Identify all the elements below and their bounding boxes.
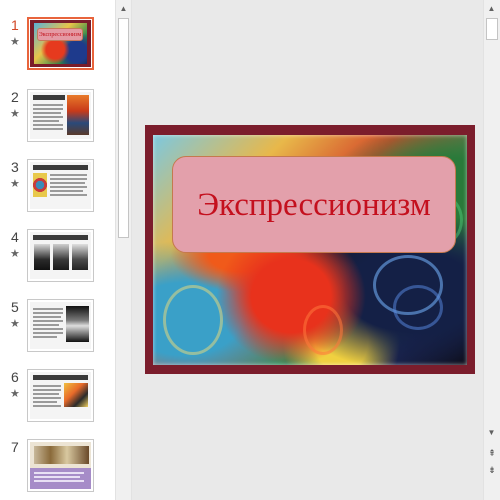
thumbnail-frame[interactable] [27,229,94,282]
slide-number: 6 [11,369,19,385]
slide-thumbnail-5[interactable]: 5 ★ [0,299,115,365]
slide-thumbnail-1[interactable]: 1 ★ Экспрессионизм [0,17,115,83]
animation-star-icon: ★ [10,388,20,400]
slide-number: 5 [11,299,19,315]
thumbnail-frame[interactable] [27,439,94,492]
slide-thumbnail-7[interactable]: 7 [0,439,115,500]
thumbnail-frame[interactable] [27,369,94,422]
thumbnail-preview [30,442,91,489]
animation-star-icon: ★ [10,36,20,48]
slide-title: Экспрессионизм [197,187,431,223]
thumbnail-preview: Экспрессионизм [30,20,91,67]
thumbnail-frame[interactable] [27,89,94,142]
current-slide[interactable]: Экспрессионизм [145,125,475,374]
scroll-down-arrow-icon[interactable]: ▼ [484,424,499,441]
thumbnail-preview [30,92,91,139]
slide-background-image: Экспрессионизм [153,135,467,365]
title-placeholder[interactable]: Экспрессионизм [172,156,456,253]
thumbnail-frame[interactable] [27,159,94,212]
scroll-up-arrow-icon[interactable]: ▲ [484,0,499,17]
slide-number: 2 [11,89,19,105]
scrollbar-thumb[interactable] [118,18,129,238]
slide-number: 7 [11,439,19,455]
animation-star-icon: ★ [10,178,20,190]
slide-thumbnail-2[interactable]: 2 ★ [0,89,115,155]
thumbnail-title: Экспрессионизм [37,28,83,41]
thumbnail-preview [30,162,91,209]
slide-thumbnail-3[interactable]: 3 ★ [0,159,115,225]
slide-editor-scrollbar[interactable]: ▲ ▼ ⇞ ⇟ [483,0,500,500]
thumbnail-preview [30,232,91,279]
scrollbar-thumb[interactable] [486,18,498,40]
slide-thumbnail-4[interactable]: 4 ★ [0,229,115,295]
thumbnail-scrollbar[interactable]: ▲ [115,0,132,500]
previous-slide-icon[interactable]: ⇞ [484,446,500,460]
scroll-up-arrow-icon[interactable]: ▲ [116,0,131,17]
animation-star-icon: ★ [10,318,20,330]
animation-star-icon: ★ [10,248,20,260]
thumbnail-preview [30,302,91,349]
thumbnail-frame[interactable]: Экспрессионизм [27,17,94,70]
thumbnail-frame[interactable] [27,299,94,352]
slide-editor-area: Экспрессионизм [132,0,483,500]
animation-star-icon: ★ [10,108,20,120]
slide-thumbnail-6[interactable]: 6 ★ [0,369,115,435]
slide-number: 1 [11,17,19,33]
slide-thumbnail-panel: 1 ★ Экспрессионизм 2 ★ 3 ★ 4 ★ 5 ★ 6 ★ 7 [0,0,115,500]
slide-number: 4 [11,229,19,245]
next-slide-icon[interactable]: ⇟ [484,463,500,477]
slide-number: 3 [11,159,19,175]
thumbnail-preview [30,372,91,419]
